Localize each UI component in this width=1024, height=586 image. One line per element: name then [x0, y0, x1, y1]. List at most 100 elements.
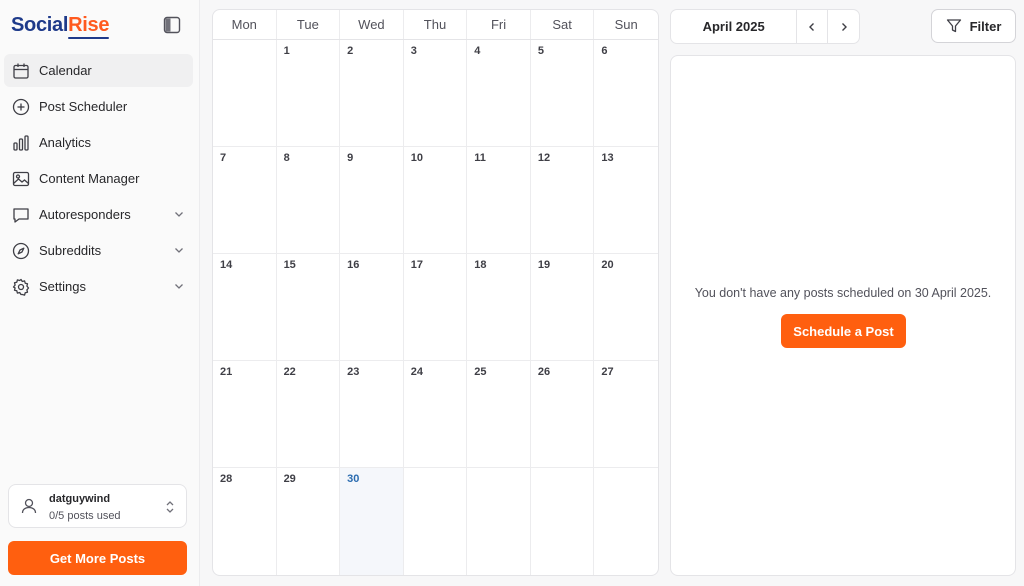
sidebar-item-analytics[interactable]: Analytics	[4, 126, 193, 159]
chevron-down-icon[interactable]	[173, 208, 185, 220]
chevron-down-icon[interactable]	[173, 280, 185, 292]
empty-state-message: You don't have any posts scheduled on 30…	[694, 286, 992, 300]
sidebar-item-autoresponders[interactable]: Autoresponders	[4, 198, 193, 231]
calendar-weekday-header: Mon Tue Wed Thu Fri Sat Sun	[213, 10, 658, 40]
sidebar-item-content-manager[interactable]: Content Manager	[4, 162, 193, 195]
calendar-day-cell[interactable]: 5	[530, 40, 595, 147]
weekday-header: Fri	[467, 10, 531, 39]
calendar-icon	[12, 62, 30, 80]
logo-text-rise: Rise	[68, 14, 110, 36]
day-number: 14	[220, 259, 233, 271]
calendar-day-cell[interactable]: 24	[403, 361, 468, 468]
day-number: 9	[347, 152, 354, 164]
weekday-header: Tue	[277, 10, 341, 39]
day-number: 17	[410, 259, 423, 271]
sidebar-item-label: Calendar	[39, 63, 92, 78]
calendar-day-cell[interactable]: 3	[403, 40, 468, 147]
filter-label: Filter	[969, 18, 1002, 34]
calendar-empty-cell	[404, 468, 468, 575]
calendar-day-cell[interactable]: 29	[277, 468, 341, 575]
day-number: 10	[410, 152, 423, 164]
day-number: 16	[347, 259, 360, 271]
sidebar-item-label: Settings	[39, 279, 86, 294]
calendar-day-cell[interactable]: 9	[340, 147, 404, 254]
calendar-empty-cell	[594, 468, 658, 575]
bar-chart-icon	[12, 134, 30, 152]
calendar-day-cell[interactable]: 18	[467, 254, 531, 361]
day-number: 1	[283, 45, 290, 57]
sidebar-item-label: Content Manager	[39, 171, 140, 186]
day-detail-panel: You don't have any posts scheduled on 30…	[670, 55, 1016, 576]
day-number: 28	[220, 473, 233, 485]
calendar-day-cell[interactable]: 12	[530, 147, 595, 254]
calendar-day-cell[interactable]: 10	[403, 147, 468, 254]
day-number: 12	[537, 152, 551, 164]
day-number: 6	[601, 45, 608, 57]
calendar-day-cell[interactable]: 22	[276, 361, 341, 468]
calendar-empty-cell	[213, 40, 277, 147]
calendar-day-cell[interactable]: 17	[403, 254, 468, 361]
chevron-right-icon	[841, 22, 847, 31]
weekday-header: Thu	[404, 10, 468, 39]
chevron-down-icon[interactable]	[173, 244, 185, 256]
calendar-day-cell[interactable]: 30	[340, 468, 404, 575]
calendar-day-cell[interactable]: 1	[276, 40, 341, 147]
day-number: 15	[283, 259, 296, 271]
day-number: 2	[347, 45, 354, 57]
calendar-day-cell[interactable]: 28	[213, 468, 277, 575]
sidebar-item-calendar[interactable]: Calendar	[4, 54, 193, 87]
calendar-day-cell[interactable]: 14	[213, 254, 277, 361]
gear-icon	[12, 278, 30, 296]
user-account-switcher[interactable]: datguywind 0/5 posts used	[8, 484, 187, 528]
logo[interactable]: SocialRise	[11, 14, 109, 37]
calendar-day-cell[interactable]: 7	[213, 147, 277, 254]
sidebar-item-label: Analytics	[39, 135, 92, 150]
sidebar-item-post-scheduler[interactable]: Post Scheduler	[4, 90, 193, 123]
get-more-posts-button[interactable]: Get More Posts	[8, 541, 187, 575]
filter-button[interactable]: Filter	[931, 9, 1016, 43]
calendar-day-cell[interactable]: 26	[530, 361, 595, 468]
sidebar-item-settings[interactable]: Settings	[4, 270, 193, 303]
weekday-header: Wed	[340, 10, 404, 39]
sidebar-nav: Calendar Post Scheduler Analytics Conten…	[4, 54, 193, 306]
day-number: 11	[474, 152, 486, 164]
day-number: 3	[410, 45, 417, 57]
user-posts-used: 0/5 posts used	[49, 510, 121, 522]
schedule-post-button[interactable]: Schedule a Post	[781, 314, 906, 348]
calendar-day-cell[interactable]: 27	[594, 361, 658, 468]
calendar-day-cell[interactable]: 4	[467, 40, 531, 147]
month-navigator: April 2025	[670, 9, 860, 44]
chevrons-up-down-icon	[164, 499, 176, 515]
calendar-day-cell[interactable]: 15	[276, 254, 341, 361]
day-number: 24	[410, 366, 423, 378]
calendar-day-cell[interactable]: 16	[340, 254, 404, 361]
month-calendar: Mon Tue Wed Thu Fri Sat Sun 1 2 3 4 5 6 7 8 9 10 11 12 13 1…	[212, 9, 659, 576]
calendar-day-cell[interactable]: 19	[530, 254, 595, 361]
user-avatar-icon	[19, 496, 39, 516]
calendar-day-cell[interactable]: 2	[340, 40, 404, 147]
calendar-day-cell[interactable]: 25	[467, 361, 531, 468]
day-number: 18	[474, 259, 487, 271]
weekday-header: Sat	[531, 10, 595, 39]
sidebar-item-subreddits[interactable]: Subreddits	[4, 234, 193, 267]
sidebar-item-label: Autoresponders	[39, 207, 131, 222]
calendar-day-cell[interactable]: 6	[594, 40, 658, 147]
logo-text-social: Social	[11, 14, 69, 36]
chevron-left-icon	[809, 22, 815, 31]
next-month-button[interactable]	[828, 10, 859, 43]
calendar-day-cell[interactable]: 21	[213, 361, 277, 468]
day-number: 4	[474, 45, 481, 57]
calendar-day-cell[interactable]: 13	[594, 147, 658, 254]
day-number: 19	[537, 259, 551, 271]
day-number: 21	[220, 366, 233, 378]
month-label[interactable]: April 2025	[671, 10, 798, 43]
calendar-day-cell[interactable]: 23	[340, 361, 404, 468]
message-icon	[12, 206, 30, 224]
calendar-day-cell[interactable]: 11	[467, 147, 531, 254]
calendar-day-cell[interactable]: 20	[594, 254, 658, 361]
calendar-day-cell[interactable]: 8	[276, 147, 341, 254]
previous-month-button[interactable]	[797, 10, 829, 43]
day-number: 20	[601, 259, 614, 271]
sidebar-toggle-icon[interactable]	[163, 16, 181, 34]
compass-icon	[12, 242, 30, 260]
